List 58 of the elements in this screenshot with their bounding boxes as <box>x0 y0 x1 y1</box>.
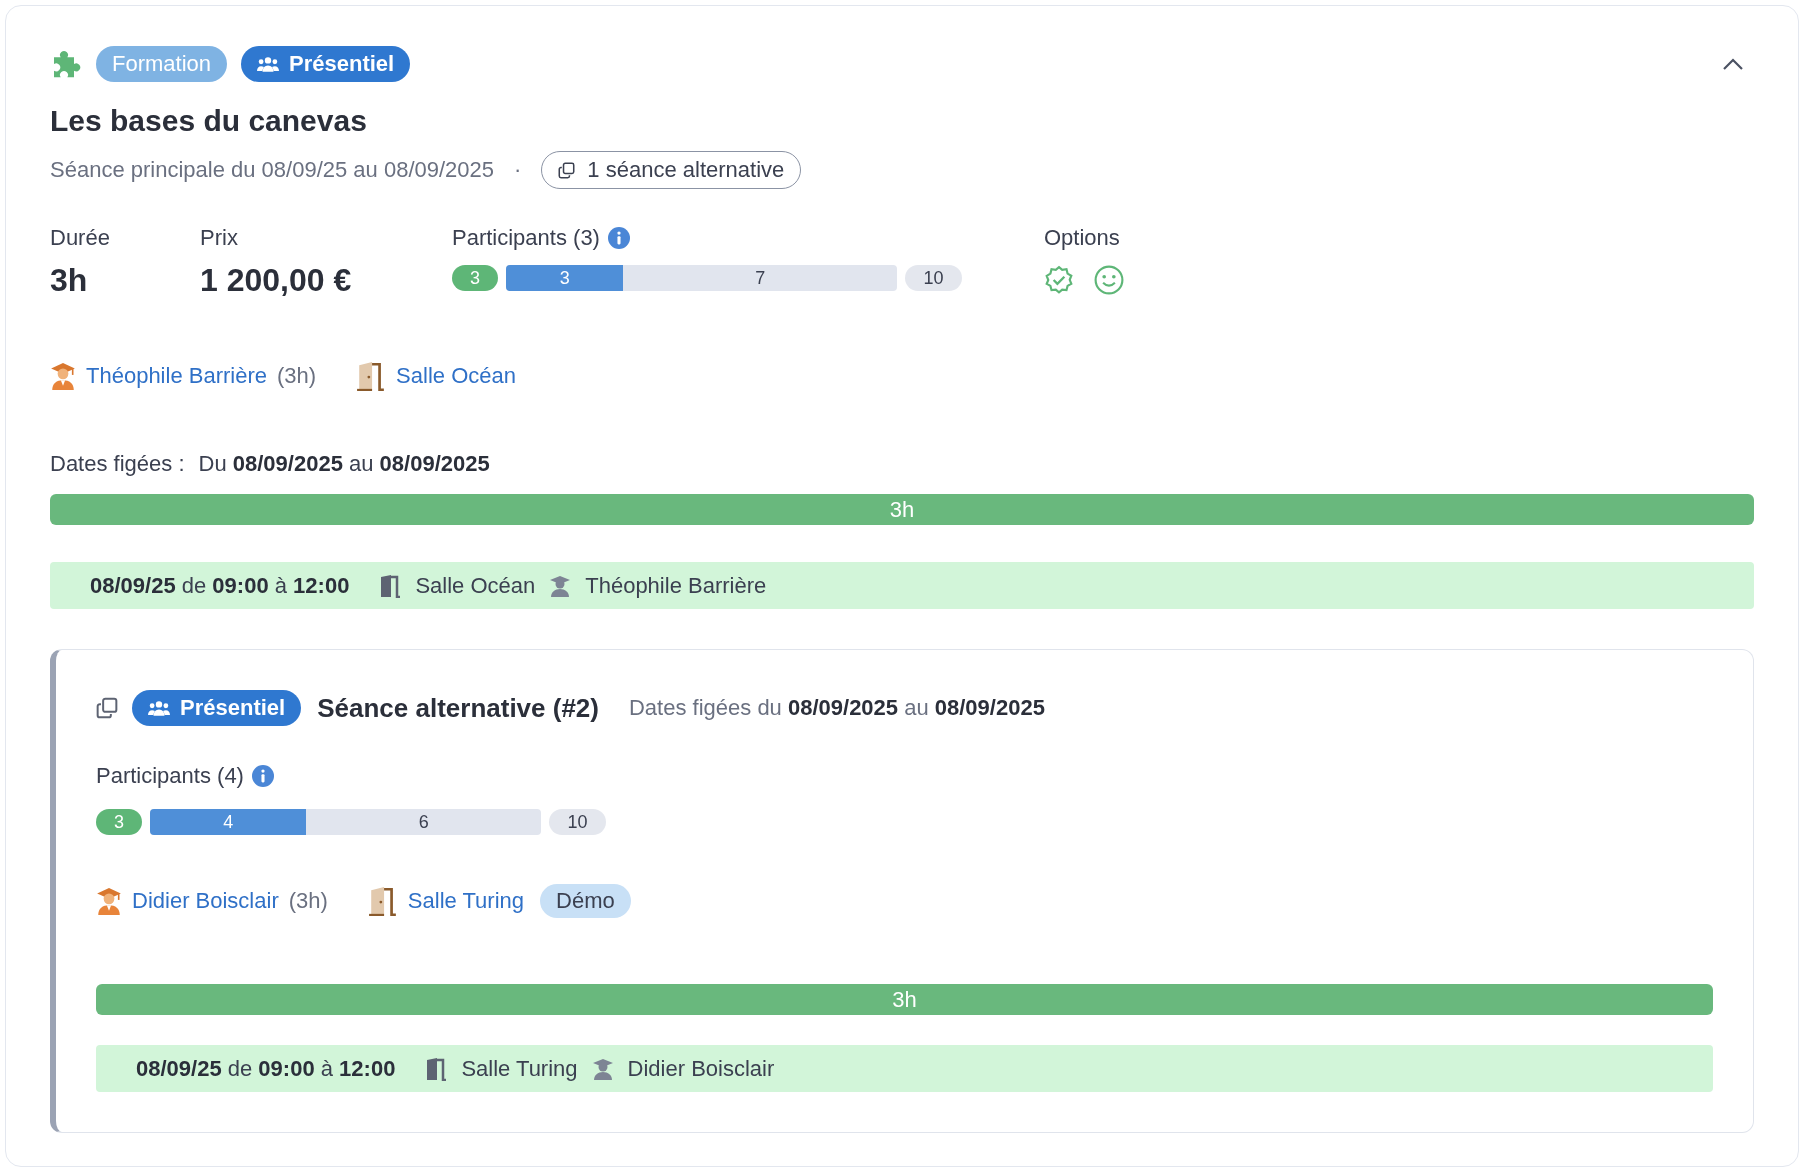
stat-label: Durée <box>50 225 111 251</box>
slot-time: 08/09/25 de 09:00 à 12:00 <box>90 572 350 599</box>
slot-trainer: Théophile Barrière <box>585 572 767 599</box>
mode-badge: Présentiel <box>241 46 411 82</box>
copy-icon <box>558 161 576 179</box>
info-icon[interactable] <box>607 227 630 249</box>
duration-bar: 3h <box>96 984 1713 1015</box>
alternative-title: Séance alternative (#2) <box>317 692 599 724</box>
remaining-count: 7 <box>754 266 767 290</box>
teacher-icon <box>50 362 76 390</box>
category-badge: Formation <box>96 46 228 82</box>
teacher-icon <box>591 1057 614 1080</box>
trainer-link[interactable]: Théophile Barrière <box>86 363 267 389</box>
duration-bar: 3h <box>50 494 1754 525</box>
room-link[interactable]: Salle Turing <box>407 888 525 914</box>
slot-room: Salle Océan <box>415 572 536 599</box>
mode-badge: Présentiel <box>132 690 302 726</box>
stat-value: 3h <box>50 262 89 299</box>
slot-room: Salle Turing <box>461 1055 578 1082</box>
teacher-icon <box>549 574 572 597</box>
stat-label: Prix <box>200 225 239 251</box>
smiley-icon <box>1094 265 1124 295</box>
frozen-dates: Du 08/09/2025 au 08/09/2025 <box>198 451 490 477</box>
registered-fill: 4 <box>150 809 307 835</box>
door-icon <box>367 886 398 916</box>
trainer-link[interactable]: Didier Boisclair <box>132 888 279 914</box>
people-icon <box>257 55 280 73</box>
check-badge-icon <box>1044 265 1074 295</box>
options-label: Options <box>1044 225 1121 251</box>
capacity-badge: 10 <box>905 265 962 291</box>
slot-trainer: Didier Boisclair <box>627 1055 775 1082</box>
chevron-up-icon[interactable] <box>1722 58 1744 70</box>
separator-dot: · <box>514 157 522 183</box>
trainer-hours: (3h) <box>277 363 317 389</box>
teacher-icon <box>96 887 122 915</box>
remaining-count: 6 <box>417 810 430 834</box>
slot-time: 08/09/25 de 09:00 à 12:00 <box>136 1055 396 1082</box>
door-icon <box>356 361 387 391</box>
alternative-dates: Dates figées du 08/09/2025 au 08/09/2025 <box>629 695 1045 721</box>
room-tag: Démo <box>540 884 631 918</box>
session-dates: Séance principale du 08/09/25 au 08/09/2025 <box>50 157 495 183</box>
door-icon <box>379 573 402 598</box>
trainer-hours: (3h) <box>288 888 328 914</box>
participants-label: Participants (3) <box>452 225 600 251</box>
session-title: Les bases du canevas <box>50 104 368 138</box>
copy-icon <box>96 697 118 719</box>
participants-label: Participants (4) <box>96 763 244 789</box>
people-icon <box>148 699 170 717</box>
info-icon[interactable] <box>251 765 274 787</box>
capacity-badge: 10 <box>549 809 606 835</box>
room-link[interactable]: Salle Océan <box>396 363 516 389</box>
frozen-dates-label: Dates figées : <box>50 451 185 477</box>
alternatives-button[interactable]: 1 séance alternative <box>541 151 802 189</box>
door-icon <box>425 1056 448 1081</box>
minimum-badge: 3 <box>452 265 498 291</box>
stat-value: 1 200,00 € <box>200 262 353 299</box>
minimum-badge: 3 <box>96 809 142 835</box>
registered-fill: 3 <box>506 265 624 291</box>
